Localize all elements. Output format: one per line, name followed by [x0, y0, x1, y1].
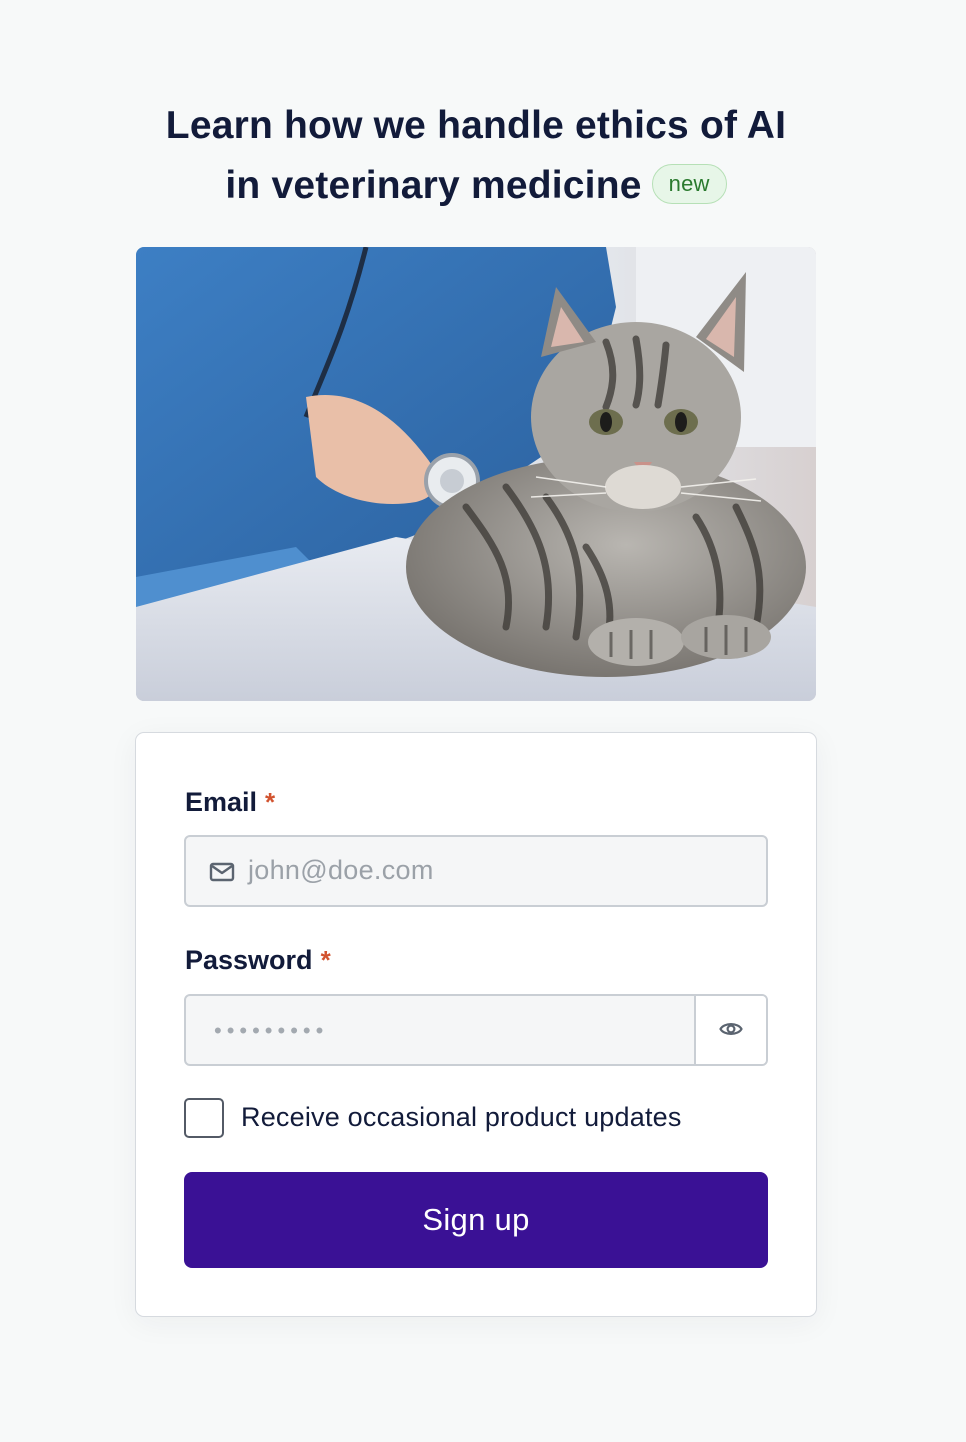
show-password-button[interactable]: [694, 996, 766, 1064]
password-label-text: Password: [185, 945, 313, 975]
page-title: Learn how we handle ethics of AI in vete…: [136, 96, 816, 216]
password-placeholder: •••••••••: [214, 1018, 329, 1043]
title-line-1: Learn how we handle ethics of AI: [165, 104, 787, 147]
email-placeholder: john@doe.com: [248, 855, 434, 885]
new-badge: new: [651, 163, 727, 204]
signup-form: Email * john@doe.com Password * •••••••••: [135, 732, 817, 1317]
password-field[interactable]: •••••••••: [184, 994, 768, 1066]
title-line-2-text: in veterinary medicine: [225, 164, 642, 207]
signup-page: Learn how we handle ethics of AI in vete…: [0, 0, 966, 1442]
updates-checkbox-label[interactable]: Receive occasional product updates: [241, 1102, 682, 1133]
email-label: Email *: [185, 787, 275, 818]
sign-up-button[interactable]: Sign up: [184, 1172, 768, 1268]
password-label: Password *: [185, 945, 331, 976]
email-field[interactable]: john@doe.com: [184, 835, 768, 907]
password-required-mark: *: [320, 945, 331, 975]
title-line-2: in veterinary medicine new: [136, 156, 816, 216]
updates-checkbox[interactable]: [184, 1098, 224, 1138]
hero-image: [136, 247, 816, 701]
vet-cat-photo: [136, 247, 816, 701]
eye-icon: [719, 1023, 743, 1035]
email-label-text: Email: [185, 787, 258, 817]
email-required-mark: *: [265, 787, 276, 817]
mail-icon: [209, 862, 235, 882]
